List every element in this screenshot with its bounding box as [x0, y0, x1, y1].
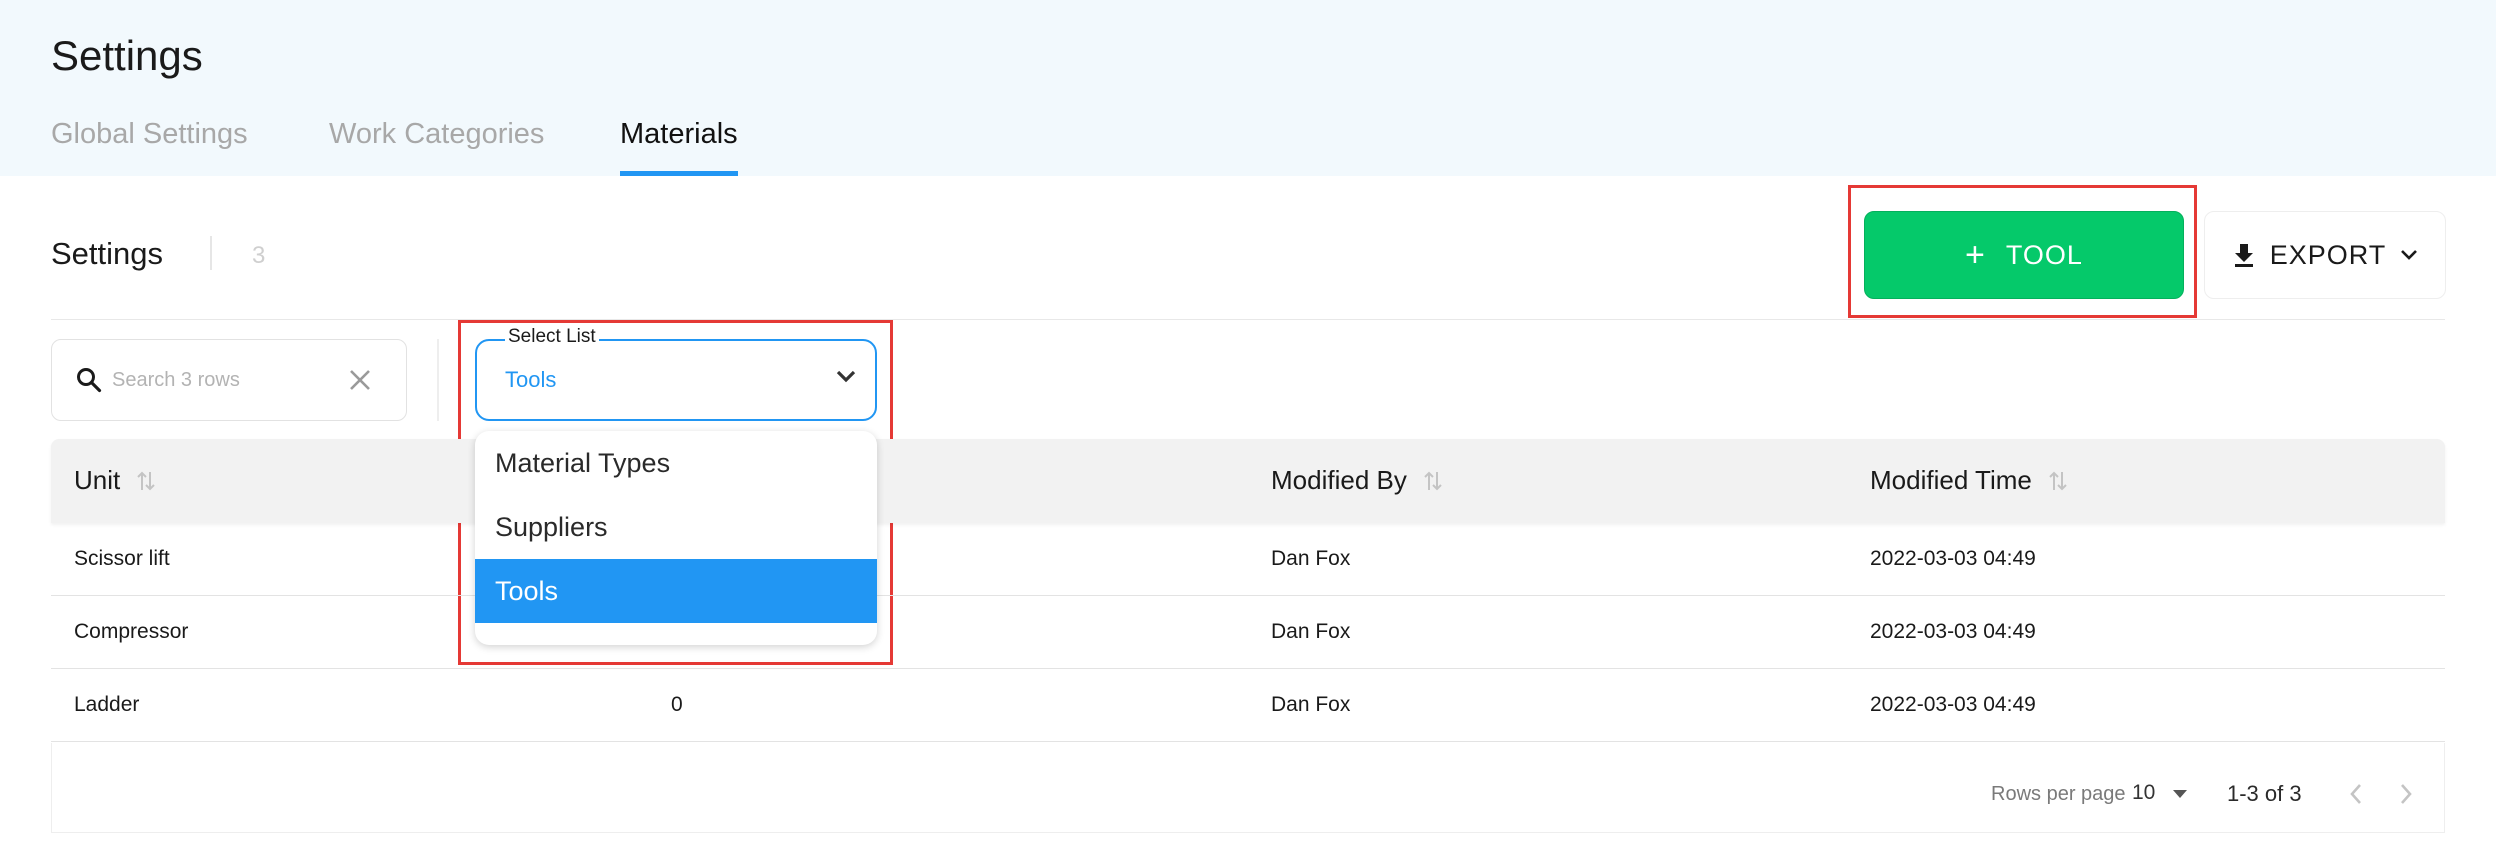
page-title: Settings: [51, 32, 203, 79]
add-tool-button[interactable]: + TOOL: [1864, 211, 2184, 299]
header: Settings Global Settings Work Categories…: [0, 0, 2496, 176]
cell-modified-time: 2022-03-03 04:49: [1870, 620, 2036, 643]
divider: [51, 319, 2445, 320]
column-label: Modified Time: [1870, 465, 2032, 495]
cell-modified-time: 2022-03-03 04:49: [1870, 693, 2036, 716]
column-header-modified-by[interactable]: Modified By: [1271, 465, 1443, 496]
table-row[interactable]: Ladder 0 Dan Fox 2022-03-03 04:49: [51, 669, 2445, 742]
chevron-down-icon: [2401, 250, 2418, 260]
select-value: Tools: [505, 367, 557, 392]
page-range: 1-3 of 3: [2227, 781, 2302, 806]
settings-page: Settings Global Settings Work Categories…: [0, 0, 2496, 850]
select-list-dropdown[interactable]: Select List Tools: [475, 326, 877, 421]
section-title: Settings: [51, 236, 164, 271]
close-icon[interactable]: [348, 368, 372, 392]
search-box[interactable]: [51, 339, 407, 421]
sort-icon: [1424, 471, 1442, 490]
search-icon: [77, 368, 102, 393]
divider: [210, 236, 212, 270]
rows-per-page-select[interactable]: 10: [2132, 781, 2155, 805]
caret-down-icon[interactable]: [2172, 789, 2188, 799]
cell-modified-by: Dan Fox: [1271, 547, 1351, 570]
chevron-down-icon: [836, 370, 856, 383]
cell-modified-by: Dan Fox: [1271, 693, 1351, 716]
table-footer: Rows per page 10 1-3 of 3: [51, 743, 2445, 833]
sort-icon: [2049, 471, 2067, 490]
row-count: 3: [252, 242, 266, 269]
divider: [437, 339, 439, 421]
cell-modified-by: Dan Fox: [1271, 620, 1351, 643]
option-tools[interactable]: Tools: [475, 559, 877, 623]
select-label: Select List: [505, 326, 599, 348]
tab-global-settings[interactable]: Global Settings: [51, 118, 248, 176]
download-icon: [2234, 244, 2253, 267]
cell-unit: Ladder: [74, 693, 140, 716]
option-suppliers[interactable]: Suppliers: [475, 495, 877, 559]
search-input[interactable]: [112, 362, 332, 398]
column-header-unit[interactable]: Unit: [74, 465, 156, 496]
table-row[interactable]: Scissor lift Dan Fox 2022-03-03 04:49: [51, 523, 2445, 596]
column-header-modified-time[interactable]: Modified Time: [1870, 465, 2068, 496]
cell-unit: Scissor lift: [74, 547, 170, 570]
chevron-left-icon[interactable]: [2348, 783, 2364, 805]
add-tool-label: TOOL: [2005, 239, 2083, 270]
select-options-menu: Material Types Suppliers Tools: [475, 431, 877, 645]
export-label: EXPORT: [2269, 239, 2387, 270]
tab-work-categories[interactable]: Work Categories: [329, 118, 544, 176]
export-button[interactable]: EXPORT: [2204, 211, 2446, 299]
table-header: Unit Modified By Modified Time: [51, 439, 2445, 523]
column-label: Unit: [74, 465, 121, 495]
sort-icon: [137, 471, 155, 490]
column-label: Modified By: [1271, 465, 1407, 495]
cell-unit: Compressor: [74, 620, 189, 643]
rows-per-page-label: Rows per page: [1991, 783, 2126, 805]
plus-icon: +: [1965, 236, 1986, 274]
chevron-right-icon[interactable]: [2398, 783, 2414, 805]
table-row[interactable]: Compressor Dan Fox 2022-03-03 04:49: [51, 596, 2445, 669]
cell-modified-time: 2022-03-03 04:49: [1870, 547, 2036, 570]
tab-materials[interactable]: Materials: [620, 118, 738, 176]
option-material-types[interactable]: Material Types: [475, 431, 877, 495]
cell-count: 0: [671, 693, 683, 716]
